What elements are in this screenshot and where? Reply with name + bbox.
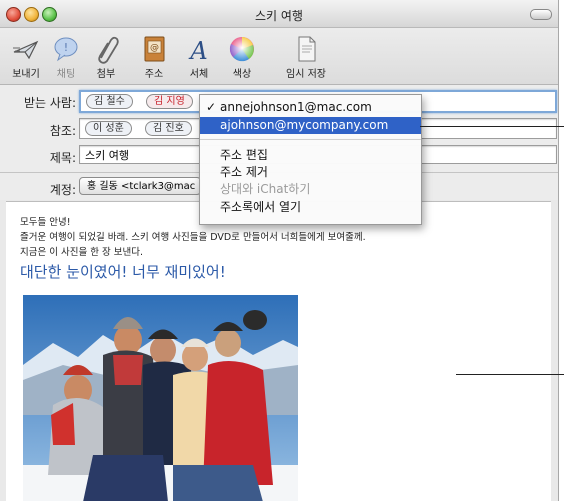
colors-button[interactable]: 색상 <box>218 34 266 80</box>
svg-text:@: @ <box>150 43 159 53</box>
title-bar[interactable]: 스키 여행 <box>0 0 558 28</box>
to-label: 받는 사람: <box>23 96 76 110</box>
menu-item-label: 상대와 iChat하기 <box>220 182 311 196</box>
window-title: 스키 여행 <box>255 9 303 23</box>
attach-button[interactable]: 첨부 <box>82 34 130 80</box>
subject-label: 제목: <box>49 151 76 165</box>
menu-item-label: 주소 제거 <box>220 165 268 179</box>
color-wheel-icon <box>218 34 266 64</box>
cc-token[interactable]: 김 진호 <box>145 121 192 136</box>
menu-item-label: ajohnson@mycompany.com <box>220 118 389 132</box>
address-context-menu[interactable]: ✓ annejohnson1@mac.com ajohnson@mycompan… <box>199 94 422 225</box>
cc-label: 참조: <box>49 124 76 138</box>
menu-separator <box>200 139 421 140</box>
toolbar-toggle-button[interactable] <box>530 9 552 20</box>
paperclip-icon <box>82 34 130 64</box>
address-book-icon: @ <box>130 34 178 64</box>
address-button[interactable]: @ 주소 <box>130 34 178 80</box>
draft-icon <box>278 34 334 64</box>
draft-label: 임시 저장 <box>286 69 326 80</box>
fonts-button[interactable]: A 서체 <box>175 34 223 80</box>
fonts-label: 서체 <box>189 69 209 80</box>
attach-label: 첨부 <box>96 69 116 80</box>
callout-line <box>420 126 564 127</box>
menu-item-address-2[interactable]: ajohnson@mycompany.com <box>200 117 421 134</box>
menu-item-edit-address[interactable]: 주소 편집 <box>200 147 421 164</box>
account-popup[interactable]: 홍 길동 <tclark3@mac <box>79 177 201 195</box>
mail-compose-window: 스키 여행 보내기 ! 채팅 첨부 @ 주소 A 서체 색상 임시 저장 받는 … <box>0 0 559 501</box>
callout-line <box>456 374 564 375</box>
body-line: 즐거운 여행이 되었길 바래. 스키 여행 사진들을 DVD로 만들어서 너희들… <box>20 232 366 243</box>
body-headline: 대단한 눈이였어! 너무 재미있어! <box>20 263 226 281</box>
toolbar: 보내기 ! 채팅 첨부 @ 주소 A 서체 색상 임시 저장 <box>0 28 558 85</box>
body-line: 지금은 이 사진을 한 장 보낸다. <box>20 247 143 258</box>
account-label: 계정: <box>49 183 76 197</box>
recipient-token-active[interactable]: 김 지영 <box>146 94 193 109</box>
menu-item-address-1[interactable]: ✓ annejohnson1@mac.com <box>200 99 421 116</box>
recipient-token[interactable]: 김 철수 <box>86 94 133 109</box>
menu-item-open-in-address-book[interactable]: 주소록에서 열기 <box>200 199 421 216</box>
draft-button[interactable]: 임시 저장 <box>278 34 334 80</box>
svg-text:!: ! <box>64 41 68 54</box>
menu-item-ichat: 상대와 iChat하기 <box>200 181 421 198</box>
menu-item-remove-address[interactable]: 주소 제거 <box>200 164 421 181</box>
menu-item-label: 주소 편집 <box>220 148 268 162</box>
colors-label: 색상 <box>232 69 252 80</box>
cc-token[interactable]: 이 성훈 <box>85 121 132 136</box>
checkmark-icon: ✓ <box>206 100 217 114</box>
body-line: 모두들 안녕! <box>20 217 71 228</box>
message-body[interactable]: 모두들 안녕! 즐거운 여행이 되었길 바래. 스키 여행 사진들을 DVD로 … <box>6 201 551 501</box>
svg-text:A: A <box>188 37 207 64</box>
address-label: 주소 <box>144 69 164 80</box>
ski-trip-photo[interactable] <box>23 295 298 501</box>
menu-item-label: annejohnson1@mac.com <box>220 100 372 114</box>
font-icon: A <box>175 34 223 65</box>
menu-item-label: 주소록에서 열기 <box>220 200 302 214</box>
